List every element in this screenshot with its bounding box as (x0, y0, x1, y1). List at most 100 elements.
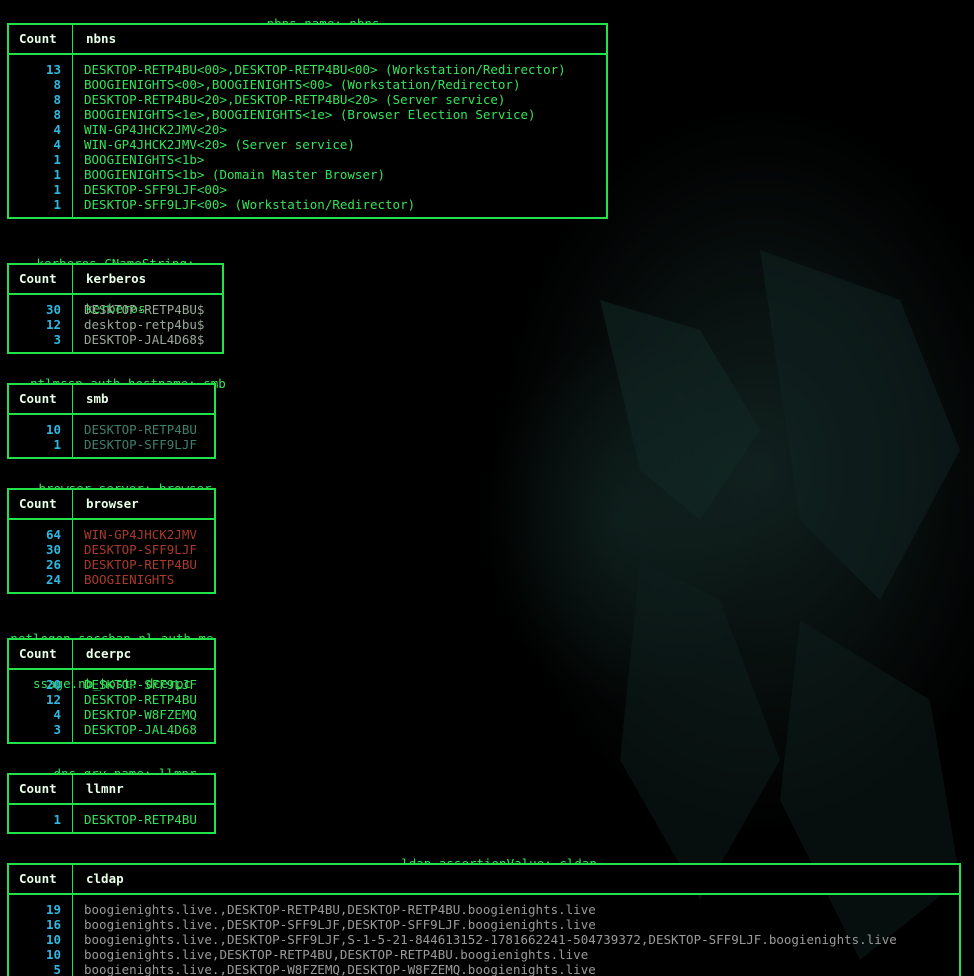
table-row: 3 DESKTOP-JAL4D68$ (9, 332, 222, 347)
row-value: boogienights.live.,DESKTOP-SFF9LJF,S-1-5… (84, 932, 897, 947)
row-count: 10 (45, 947, 61, 962)
header-field[interactable]: dcerpc (86, 640, 131, 668)
table-header: Count nbns (9, 25, 606, 55)
row-value: DESKTOP-RETP4BU (84, 422, 197, 437)
header-field[interactable]: llmnr (86, 775, 124, 803)
header-field[interactable]: kerberos (86, 265, 146, 293)
row-count: 30 (45, 542, 61, 557)
table-row: 4 WIN-GP4JHCK2JMV<20> (Server service) (9, 137, 606, 152)
header-field[interactable]: browser (86, 490, 139, 518)
row-value: DESKTOP-SFF9LJF (84, 542, 197, 557)
table-row: 1 DESKTOP-SFF9LJF<00> (Workstation/Redire… (9, 197, 606, 212)
table-kerberos: Count kerberos 30 DESKTOP-RETP4BU$ 12 deskt… (7, 263, 224, 354)
row-value: BOOGIENIGHTS<1b> (Domain Master Browser) (84, 167, 386, 182)
header-count[interactable]: Count (19, 775, 57, 803)
row-count: 1 (53, 812, 61, 827)
row-value: WIN-GP4JHCK2JMV<20> (Server service) (84, 137, 355, 152)
table-row: 24 BOOGIENIGHTS (9, 572, 214, 587)
table-row: 1 BOOGIENIGHTS<1b> (9, 152, 606, 167)
row-value: DESKTOP-RETP4BU<20>,DESKTOP-RETP4BU<20> … (84, 92, 506, 107)
row-count: 64 (45, 527, 61, 542)
header-count[interactable]: Count (19, 25, 57, 53)
header-field[interactable]: cldap (86, 865, 124, 893)
header-count[interactable]: Count (19, 265, 57, 293)
row-value: boogienights.live.,DESKTOP-RETP4BU,DESKT… (84, 902, 596, 917)
table-row: 30 DESKTOP-RETP4BU$ (9, 302, 222, 317)
row-value: BOOGIENIGHTS<00>,BOOGIENIGHTS<00> (Works… (84, 77, 521, 92)
row-count: 1 (53, 182, 61, 197)
row-value: DESKTOP-SFF9LJF<00> (84, 182, 227, 197)
row-value: DESKTOP-SFF9LJF (84, 437, 197, 452)
row-value: desktop-retp4bu$ (84, 317, 205, 332)
row-count: 24 (45, 572, 61, 587)
table-header: Count kerberos (9, 265, 222, 295)
table-row: 1 BOOGIENIGHTS<1b> (Domain Master Browser… (9, 167, 606, 182)
table-row: 1 DESKTOP-RETP4BU (9, 812, 214, 827)
row-value: boogienights.live,DESKTOP-RETP4BU,DESKTO… (84, 947, 589, 962)
row-count: 10 (45, 422, 61, 437)
table-row: 30 DESKTOP-SFF9LJF (9, 542, 214, 557)
table-row: 10 boogienights.live.,DESKTOP-SFF9LJF,S-1… (9, 932, 959, 947)
table-row: 5 boogienights.live.,DESKTOP-W8FZEMQ,DESK… (9, 962, 959, 976)
row-count: 10 (45, 932, 61, 947)
header-count[interactable]: Count (19, 865, 57, 893)
row-value: DESKTOP-RETP4BU (84, 812, 197, 827)
row-count: 26 (45, 557, 61, 572)
row-value: DESKTOP-SFF9LJF<00> (Workstation/Redirec… (84, 197, 416, 212)
table-row: 12 DESKTOP-RETP4BU (9, 692, 214, 707)
table-row: 8 BOOGIENIGHTS<1e>,BOOGIENIGHTS<1e> (Brow… (9, 107, 606, 122)
table-row: 10 DESKTOP-RETP4BU (9, 422, 214, 437)
row-value: WIN-GP4JHCK2JMV<20> (84, 122, 227, 137)
table-row: 8 BOOGIENIGHTS<00>,BOOGIENIGHTS<00> (Work… (9, 77, 606, 92)
row-count: 3 (53, 332, 61, 347)
row-value: DESKTOP-RETP4BU (84, 692, 197, 707)
row-value: DESKTOP-RETP4BU<00>,DESKTOP-RETP4BU<00> … (84, 62, 566, 77)
table-header: Count llmnr (9, 775, 214, 805)
row-count: 16 (45, 917, 61, 932)
row-count: 8 (53, 92, 61, 107)
row-value: DESKTOP-JAL4D68 (84, 722, 197, 737)
table-row: 3 DESKTOP-JAL4D68 (9, 722, 214, 737)
row-count: 1 (53, 197, 61, 212)
row-count: 20 (45, 677, 61, 692)
row-count: 19 (45, 902, 61, 917)
row-value: BOOGIENIGHTS<1e>,BOOGIENIGHTS<1e> (Brows… (84, 107, 536, 122)
row-value: BOOGIENIGHTS<1b> (84, 152, 205, 167)
table-row: 4 DESKTOP-W8FZEMQ (9, 707, 214, 722)
row-value: BOOGIENIGHTS (84, 572, 175, 587)
row-value: DESKTOP-RETP4BU (84, 557, 197, 572)
table-row: 8 DESKTOP-RETP4BU<20>,DESKTOP-RETP4BU<20>… (9, 92, 606, 107)
row-count: 12 (45, 317, 61, 332)
row-value: WIN-GP4JHCK2JMV (84, 527, 197, 542)
header-count[interactable]: Count (19, 490, 57, 518)
row-count: 1 (53, 167, 61, 182)
table-row: 12 desktop-retp4bu$ (9, 317, 222, 332)
table-header: Count cldap (9, 865, 959, 895)
row-count: 3 (53, 722, 61, 737)
row-count: 30 (45, 302, 61, 317)
table-browser: Count browser 64 WIN-GP4JHCK2JMV 30 DESKTOP… (7, 488, 216, 594)
header-field[interactable]: nbns (86, 25, 116, 53)
table-llmnr: Count llmnr 1 DESKTOP-RETP4BU (7, 773, 216, 834)
table-row: 4 WIN-GP4JHCK2JMV<20> (9, 122, 606, 137)
table-row: 19 boogienights.live.,DESKTOP-RETP4BU,DES… (9, 902, 959, 917)
table-nbns: Count nbns 13 DESKTOP-RETP4BU<00>,DESKTOP… (7, 23, 608, 219)
table-row: 13 DESKTOP-RETP4BU<00>,DESKTOP-RETP4BU<00… (9, 62, 606, 77)
row-count: 4 (53, 122, 61, 137)
table-header: Count smb (9, 385, 214, 415)
row-count: 12 (45, 692, 61, 707)
table-dcerpc: Count dcerpc 20 DESKTOP-SFF9LJF 12 DESKTOP-… (7, 638, 216, 744)
row-value: DESKTOP-SFF9LJF (84, 677, 197, 692)
header-count[interactable]: Count (19, 640, 57, 668)
row-count: 13 (45, 62, 61, 77)
table-header: Count dcerpc (9, 640, 214, 670)
table-row: 10 boogienights.live,DESKTOP-RETP4BU,DESK… (9, 947, 959, 962)
row-count: 1 (53, 152, 61, 167)
row-count: 5 (53, 962, 61, 976)
header-field[interactable]: smb (86, 385, 109, 413)
header-count[interactable]: Count (19, 385, 57, 413)
row-count: 8 (53, 107, 61, 122)
table-smb: Count smb 10 DESKTOP-RETP4BU 1 DESKTOP-SFF9… (7, 383, 216, 459)
row-value: DESKTOP-JAL4D68$ (84, 332, 205, 347)
table-row: 1 DESKTOP-SFF9LJF (9, 437, 214, 452)
